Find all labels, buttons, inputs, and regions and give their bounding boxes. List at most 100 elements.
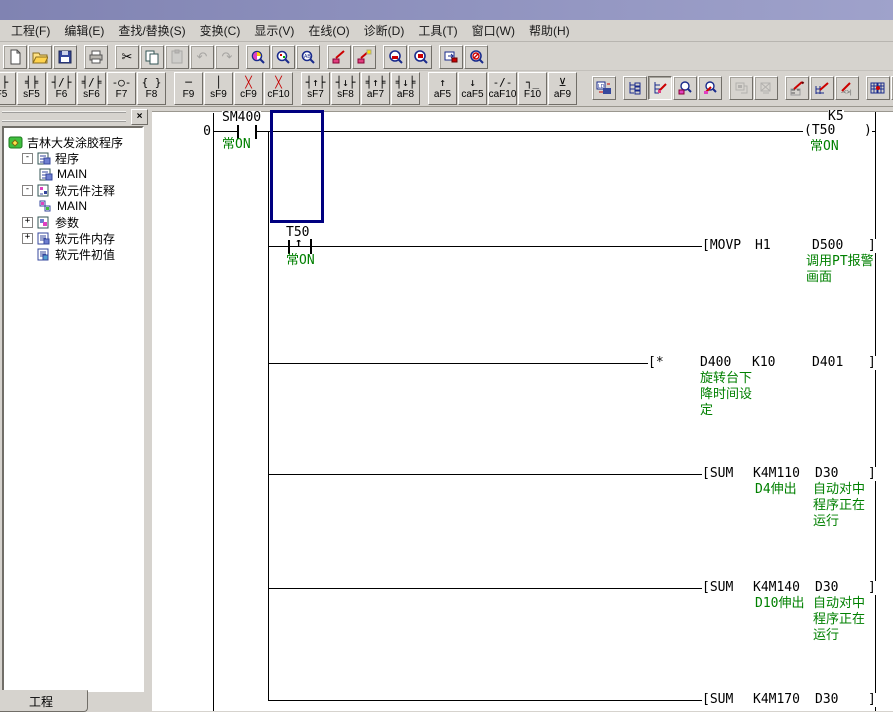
- operand[interactable]: K4M140: [753, 581, 800, 595]
- write-mode-icon[interactable]: [785, 76, 809, 100]
- save-icon[interactable]: [53, 45, 77, 69]
- ladder-vline-button[interactable]: │sF9: [204, 72, 233, 105]
- replace-string-icon[interactable]: [352, 45, 376, 69]
- expand-icon[interactable]: +: [22, 233, 33, 244]
- ladder-line-write-button[interactable]: ┐_F10: [518, 72, 547, 105]
- contact-t50-pulse[interactable]: [288, 239, 290, 254]
- menu-project[interactable]: 工程(F): [4, 20, 57, 41]
- tree-item-comment-main[interactable]: MAIN: [4, 198, 142, 214]
- collapse-icon[interactable]: -: [22, 185, 33, 196]
- tree-item-device-memory[interactable]: + 软元件内存: [4, 230, 142, 246]
- operand[interactable]: D400: [700, 356, 731, 370]
- tree-item-parameter[interactable]: + 参数: [4, 214, 142, 230]
- instruction-sum[interactable]: [SUM: [702, 693, 733, 707]
- menu-diagnostics[interactable]: 诊断(D): [357, 20, 412, 41]
- instruction-sum[interactable]: [SUM: [702, 581, 733, 595]
- operand[interactable]: K10: [752, 356, 775, 370]
- menu-window[interactable]: 窗口(W): [465, 20, 522, 41]
- device-memory-grid-icon[interactable]: [866, 76, 890, 100]
- operand[interactable]: D30: [815, 467, 838, 481]
- ladder-open-contact-button[interactable]: ┤├F5: [0, 72, 16, 105]
- open-icon[interactable]: [28, 45, 52, 69]
- copy-icon[interactable]: [140, 45, 164, 69]
- instruction-movp[interactable]: [MOVP: [702, 239, 741, 253]
- ladder-hline-button[interactable]: ─F9: [174, 72, 203, 105]
- instruction-sum[interactable]: [SUM: [702, 467, 733, 481]
- find-string-icon[interactable]: AB: [296, 45, 320, 69]
- ladder-rising-edge-button[interactable]: ↑aF5: [428, 72, 457, 105]
- window-title-bar: MELSOFT系列 GX Developer ... PLC基板上有数字量IO模…: [0, 0, 893, 20]
- ladder-closed-contact-button[interactable]: ┤/├F6: [47, 72, 76, 105]
- cut-icon[interactable]: ✂: [115, 45, 139, 69]
- instruction-close-bracket: ]: [868, 356, 876, 370]
- menu-help[interactable]: 帮助(H): [522, 20, 577, 41]
- ladder-delete-hline-button[interactable]: ╳cF9: [234, 72, 263, 105]
- operand[interactable]: D30: [815, 693, 838, 707]
- panel-grip-handle[interactable]: [2, 111, 126, 122]
- project-data-comment-icon[interactable]: [648, 76, 672, 100]
- ladder-parallel-falling-pulse-button[interactable]: ╡↓╞aF8: [391, 72, 420, 105]
- ladder-editor: 0 SM400 常ON K5 (T50 ) 常ON ↑ T50 常ON [MOV…: [152, 107, 893, 711]
- operand[interactable]: K4M110: [753, 467, 800, 481]
- menu-tools[interactable]: 工具(T): [411, 20, 464, 41]
- menu-online[interactable]: 在线(O): [301, 20, 356, 41]
- expand-icon[interactable]: +: [22, 217, 33, 228]
- contact-device-label[interactable]: T50: [286, 226, 309, 240]
- tree-item-program[interactable]: - 程序: [4, 150, 142, 166]
- project-data-list-icon[interactable]: [623, 76, 647, 100]
- ladder-falling-edge-button[interactable]: ↓caF5: [458, 72, 487, 105]
- monitor-write-mode-icon[interactable]: [810, 76, 834, 100]
- branch-rail: [268, 131, 269, 700]
- operand[interactable]: D500: [812, 239, 843, 253]
- read-mode-icon[interactable]: -<>|: [835, 76, 859, 100]
- find-icon[interactable]: [246, 45, 270, 69]
- program-toggle-icon[interactable]: LD: [592, 76, 616, 100]
- undo-icon: ↶: [190, 45, 214, 69]
- tab-project[interactable]: 工程: [0, 690, 88, 712]
- operand[interactable]: D401: [812, 356, 843, 370]
- ladder-application-instruction-button[interactable]: { }F8: [137, 72, 166, 105]
- tree-item-program-main[interactable]: MAIN: [4, 166, 142, 182]
- ladder-parallel-contact-button[interactable]: ╡╞sF5: [17, 72, 46, 105]
- tree-item-project-root[interactable]: 吉林大发涂胶程序: [4, 134, 142, 150]
- svg-text:AB: AB: [304, 54, 311, 60]
- zoom-header-icon[interactable]: [383, 45, 407, 69]
- operand[interactable]: K4M170: [753, 693, 800, 707]
- ladder-falling-pulse-button[interactable]: ┤↓├sF8: [331, 72, 360, 105]
- tree-item-device-init[interactable]: 软元件初值: [4, 246, 142, 262]
- ladder-invert-button[interactable]: -/-caF10: [488, 72, 517, 105]
- ladder-parallel-closed-contact-button[interactable]: ╡/╞sF6: [77, 72, 106, 105]
- operand[interactable]: H1: [755, 239, 771, 253]
- collapse-icon[interactable]: -: [22, 153, 33, 164]
- zoom-edit-icon[interactable]: [408, 45, 432, 69]
- tree-item-device-comment[interactable]: - 软元件注释: [4, 182, 142, 198]
- ladder-delete-vline-button[interactable]: ╳cF10: [264, 72, 293, 105]
- find-replace-dialog-icon[interactable]: [698, 76, 722, 100]
- replace-device-icon[interactable]: [327, 45, 351, 69]
- instruction-multiply[interactable]: [*: [648, 356, 664, 370]
- menu-view[interactable]: 显示(V): [247, 20, 301, 41]
- print-icon[interactable]: [84, 45, 108, 69]
- menu-edit[interactable]: 编辑(E): [57, 20, 111, 41]
- device-memory-icon: [36, 232, 52, 245]
- project-tree-panel: × 吉林大发涂胶程序 - 程序 MAIN - 软元件注释: [0, 107, 150, 711]
- ladder-parallel-rising-pulse-button[interactable]: ╡↑╞aF7: [361, 72, 390, 105]
- ladder-rising-pulse-button[interactable]: ┤↑├sF7: [301, 72, 330, 105]
- tree-panel-header: ×: [2, 109, 148, 124]
- ladder-coil-button[interactable]: -○-F7: [107, 72, 136, 105]
- operand[interactable]: D30: [815, 581, 838, 595]
- window-switch-icon[interactable]: [439, 45, 463, 69]
- ladder-edge-op-button[interactable]: ⊻aF9: [548, 72, 577, 105]
- tree-item-label: 软元件内存: [55, 230, 115, 247]
- find-device-dialog-icon[interactable]: [673, 76, 697, 100]
- menu-find-replace[interactable]: 查找/替换(S): [111, 20, 192, 41]
- menu-convert[interactable]: 变换(C): [193, 20, 248, 41]
- contact-device-label[interactable]: SM400: [222, 111, 261, 125]
- coil-t50[interactable]: (T50: [804, 124, 835, 138]
- operand-comment: 自动对中程序正在运行: [813, 596, 871, 644]
- contact-comment: 常ON: [222, 137, 251, 152]
- find-device-icon[interactable]: [271, 45, 295, 69]
- panel-close-button[interactable]: ×: [131, 109, 148, 125]
- zoom-monitor-icon[interactable]: [464, 45, 488, 69]
- new-icon[interactable]: [3, 45, 27, 69]
